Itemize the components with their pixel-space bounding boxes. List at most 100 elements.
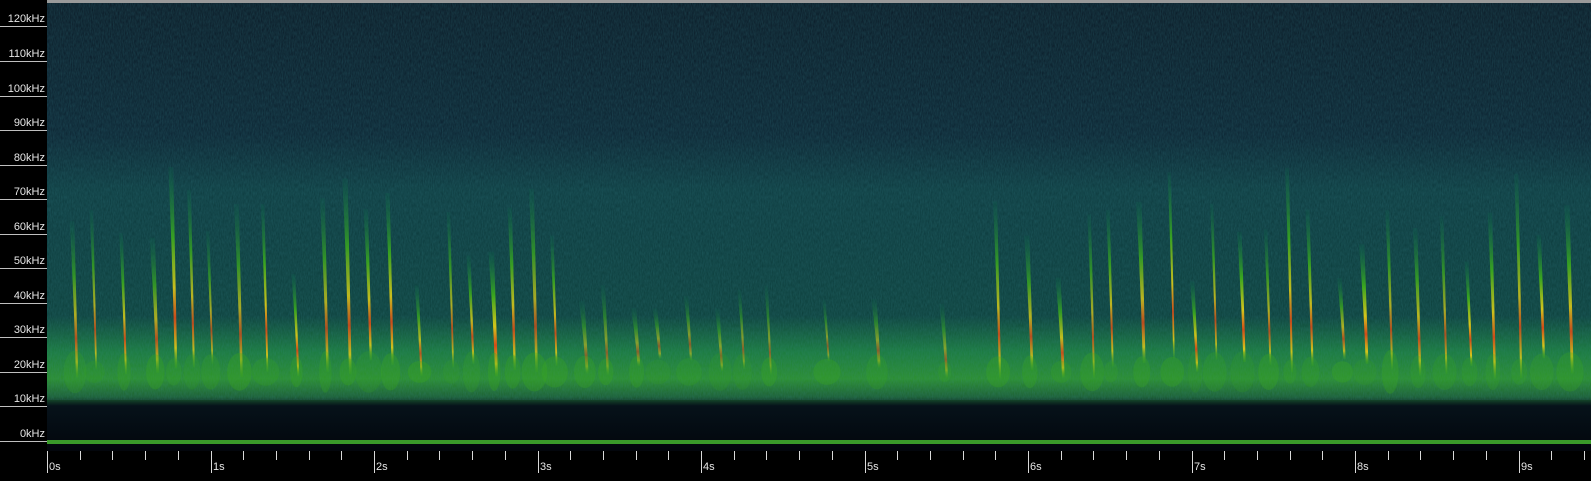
call-energy-blob — [1461, 357, 1478, 387]
frequency-tick-label: 70kHz — [13, 186, 45, 199]
time-minor-tick — [309, 451, 310, 460]
frequency-tick-label: 0kHz — [19, 428, 45, 440]
time-minor-tick — [1584, 451, 1585, 460]
call-energy-blob — [1410, 355, 1426, 389]
call-energy-blob — [146, 354, 165, 390]
call-energy-blob — [201, 354, 221, 390]
frequency-tick-label: 30kHz — [13, 324, 45, 337]
time-major-tick — [1519, 451, 1520, 473]
time-tick-label: 1s — [213, 461, 225, 473]
time-minor-tick — [603, 451, 604, 460]
time-major-tick — [1192, 451, 1193, 473]
call-energy-blob — [319, 351, 332, 393]
time-minor-tick — [1061, 451, 1062, 460]
frequency-tick-label: 90kHz — [13, 117, 45, 130]
call-energy-blob — [1301, 356, 1320, 388]
time-minor-tick — [341, 451, 342, 460]
time-minor-tick — [963, 451, 964, 460]
time-major-tick — [374, 451, 375, 473]
call-energy-blob — [598, 358, 614, 386]
call-energy-blob — [1283, 359, 1297, 384]
frequency-tick-label: 40kHz — [13, 289, 45, 302]
time-minor-tick — [505, 451, 506, 460]
call-energy-blob — [504, 355, 521, 389]
time-tick-label: 6s — [1030, 461, 1042, 473]
time-minor-tick — [1322, 451, 1323, 460]
call-energy-blob — [63, 350, 87, 394]
call-energy-blob — [1352, 358, 1377, 385]
time-minor-tick — [1551, 451, 1552, 460]
time-major-tick — [1028, 451, 1029, 473]
call-energy-blob — [355, 351, 383, 393]
time-minor-tick — [668, 451, 669, 460]
time-major-tick — [47, 451, 48, 473]
frequency-tick — [0, 371, 47, 373]
frequency-tick-label: 110kHz — [8, 47, 45, 60]
call-energy-blob — [866, 354, 888, 390]
time-tick-label: 8s — [1357, 461, 1369, 473]
time-minor-tick — [734, 451, 735, 460]
frequency-tick — [0, 26, 47, 28]
time-minor-tick — [178, 451, 179, 460]
frequency-tick-label: 20kHz — [13, 358, 45, 371]
spectrogram-noise — [47, 0, 1591, 400]
call-energy-blob — [1485, 353, 1501, 391]
call-energy-blob — [1133, 356, 1151, 388]
call-energy-blob — [380, 353, 401, 391]
call-energy-blob — [1258, 353, 1279, 390]
call-energy-blob — [407, 361, 432, 383]
time-tick-label: 9s — [1521, 461, 1533, 473]
call-energy-blob — [487, 352, 501, 392]
call-energy-blob — [1511, 358, 1528, 385]
call-energy-blob — [986, 356, 1011, 388]
call-energy-blob — [1556, 352, 1584, 392]
call-energy-blob — [1331, 361, 1354, 383]
frequency-tick — [0, 337, 47, 339]
call-energy-blob — [227, 353, 252, 391]
time-minor-tick — [1290, 451, 1291, 460]
frequency-tick-label: 80kHz — [13, 151, 45, 164]
time-minor-tick — [472, 451, 473, 460]
call-energy-blob — [573, 355, 596, 389]
frequency-tick — [0, 130, 47, 132]
call-energy-blob — [117, 353, 131, 391]
time-minor-tick — [832, 451, 833, 460]
call-energy-blob — [541, 356, 568, 388]
call-energy-blob — [290, 356, 303, 388]
call-energy-blob — [676, 358, 702, 386]
frequency-tick — [0, 233, 47, 235]
frequency-tick — [0, 302, 47, 304]
time-minor-tick — [439, 451, 440, 460]
call-energy-blob — [1381, 350, 1399, 394]
call-energy-blob — [443, 359, 460, 384]
time-minor-tick — [570, 451, 571, 460]
call-energy-blob — [813, 358, 841, 385]
frequency-tick — [0, 164, 47, 166]
time-minor-tick — [1453, 451, 1454, 460]
time-minor-tick — [1257, 451, 1258, 460]
time-minor-tick — [930, 451, 931, 460]
call-energy-blob — [629, 356, 645, 388]
time-minor-tick — [1126, 451, 1127, 460]
time-minor-tick — [766, 451, 767, 460]
time-tick-label: 2s — [376, 461, 388, 473]
time-minor-tick — [1224, 451, 1225, 460]
frequency-tick-label: 60kHz — [13, 220, 45, 233]
call-energy-blob — [733, 353, 752, 391]
time-major-tick — [701, 451, 702, 473]
spectrogram-display[interactable] — [47, 0, 1591, 451]
call-energy-blob — [1022, 355, 1038, 389]
time-axis: 0s 1s 2s 3s 4s 5s 6s 7s 8s 9s — [47, 451, 1591, 481]
frequency-tick-label: 50kHz — [13, 255, 45, 268]
time-minor-tick — [897, 451, 898, 460]
time-major-tick — [1355, 451, 1356, 473]
time-minor-tick — [995, 451, 996, 460]
time-tick-label: 0s — [49, 461, 61, 473]
call-energy-blob — [183, 354, 201, 390]
call-energy-blob — [1432, 353, 1457, 390]
time-tick-label: 4s — [703, 461, 715, 473]
call-energy-blob — [1230, 351, 1255, 393]
call-energy-blob — [1529, 353, 1554, 391]
zero-baseline — [47, 440, 1591, 444]
time-minor-tick — [1486, 451, 1487, 460]
